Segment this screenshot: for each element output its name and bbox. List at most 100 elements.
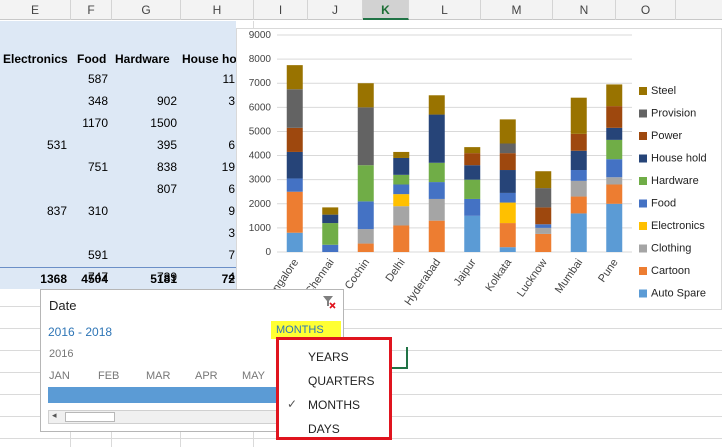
table-cell[interactable]: [71, 134, 112, 156]
table-cell[interactable]: [181, 112, 239, 134]
bar-segment[interactable]: [535, 207, 552, 225]
bar-segment[interactable]: [464, 153, 481, 166]
bar-segment[interactable]: [393, 206, 410, 226]
bar-segment[interactable]: [428, 162, 445, 183]
table-cell[interactable]: 1500: [112, 112, 181, 134]
bar-segment[interactable]: [428, 114, 445, 163]
header-household[interactable]: House ho: [179, 48, 239, 70]
table-cell[interactable]: 6: [181, 178, 239, 200]
stacked-bar-chart[interactable]: 0 1000 2000 3000 4000 5000 6000 7000 8000 9000 Ban…: [236, 28, 722, 310]
total-cell[interactable]: 72: [181, 268, 239, 290]
table-cell[interactable]: 6: [181, 134, 239, 156]
bar-segment[interactable]: [393, 184, 410, 195]
table-cell[interactable]: 19: [181, 156, 239, 178]
bar-segment[interactable]: [286, 178, 303, 192]
table-cell[interactable]: 587: [71, 68, 112, 90]
bar-segment[interactable]: [570, 180, 587, 197]
scroll-left-icon[interactable]: ◂: [52, 410, 57, 421]
table-cell[interactable]: [112, 68, 181, 90]
table-cell[interactable]: 7: [181, 244, 239, 266]
bar-segment[interactable]: [464, 165, 481, 180]
bar-segment[interactable]: [606, 203, 623, 252]
bar-segment[interactable]: [428, 95, 445, 115]
bar-segment[interactable]: [393, 151, 410, 158]
table-cell[interactable]: 11: [181, 68, 239, 90]
table-cell[interactable]: [0, 244, 71, 266]
bar-segment[interactable]: [357, 243, 374, 252]
bar-segment[interactable]: [499, 192, 516, 203]
table-cell[interactable]: [0, 112, 71, 134]
table-cell[interactable]: [112, 244, 181, 266]
bar-segment[interactable]: [322, 214, 339, 224]
column-header-k[interactable]: K: [363, 0, 409, 20]
header-food[interactable]: Food: [74, 48, 114, 70]
table-cell[interactable]: [112, 200, 181, 222]
time-level-menu[interactable]: YEARS QUARTERS ✓ MONTHS DAYS: [276, 337, 392, 440]
table-cell[interactable]: [0, 222, 71, 244]
bar-segment[interactable]: [286, 191, 303, 233]
bar-segment[interactable]: [535, 188, 552, 208]
scrollbar-thumb[interactable]: [65, 412, 115, 422]
table-cell[interactable]: 9: [181, 200, 239, 222]
bar-segment[interactable]: [428, 220, 445, 252]
bar-segment[interactable]: [570, 133, 587, 151]
table-cell[interactable]: 838: [112, 156, 181, 178]
bar-segment[interactable]: [322, 223, 339, 245]
bar-segment[interactable]: [499, 202, 516, 224]
bar-segment[interactable]: [499, 247, 516, 252]
table-cell[interactable]: [112, 222, 181, 244]
bar-segment[interactable]: [322, 207, 339, 215]
table-cell[interactable]: 348: [71, 90, 112, 112]
bar-segment[interactable]: [464, 179, 481, 199]
bar-segment[interactable]: [464, 147, 481, 154]
table-cell[interactable]: [0, 156, 71, 178]
table-cell[interactable]: [71, 178, 112, 200]
clear-filter-icon[interactable]: [321, 294, 337, 310]
bar-segment[interactable]: [464, 198, 481, 216]
bar-segment[interactable]: [499, 223, 516, 248]
bar-segment[interactable]: [606, 127, 623, 140]
bar-segment[interactable]: [570, 213, 587, 252]
bar-segment[interactable]: [606, 139, 623, 160]
table-cell[interactable]: 531: [0, 134, 71, 156]
table-cell[interactable]: 3: [181, 222, 239, 244]
table-cell[interactable]: 751: [71, 156, 112, 178]
column-header-m[interactable]: M: [481, 0, 553, 20]
bar-segment[interactable]: [535, 233, 552, 252]
bar-segment[interactable]: [357, 229, 374, 244]
bar-segment[interactable]: [286, 127, 303, 152]
bar-segment[interactable]: [570, 150, 587, 171]
bar-segment[interactable]: [322, 244, 339, 252]
bar-segment[interactable]: [357, 107, 374, 166]
table-cell[interactable]: 591: [71, 244, 112, 266]
bar-segment[interactable]: [606, 84, 623, 107]
bar-segment[interactable]: [570, 196, 587, 214]
bar-segment[interactable]: [464, 215, 481, 252]
column-header-n[interactable]: N: [553, 0, 616, 20]
table-cell[interactable]: 902: [112, 90, 181, 112]
column-header-o[interactable]: O: [616, 0, 676, 20]
bar-segment[interactable]: [499, 143, 516, 154]
bar-segment[interactable]: [606, 159, 623, 178]
bar-segment[interactable]: [499, 170, 516, 193]
total-cell[interactable]: 4504: [71, 268, 112, 290]
column-header-h[interactable]: H: [181, 0, 254, 20]
menu-item-quarters[interactable]: QUARTERS: [308, 374, 374, 388]
column-header-l[interactable]: L: [409, 0, 481, 20]
bar-segment[interactable]: [499, 153, 516, 171]
bar-segment[interactable]: [286, 89, 303, 128]
bar-segment[interactable]: [393, 174, 410, 185]
bar-segment[interactable]: [428, 198, 445, 221]
menu-item-months[interactable]: MONTHS: [308, 398, 360, 412]
menu-item-years[interactable]: YEARS: [308, 350, 349, 364]
bar-segment[interactable]: [286, 232, 303, 252]
bar-segment[interactable]: [357, 165, 374, 202]
bar-segment[interactable]: [570, 97, 587, 134]
bar-segment[interactable]: [393, 157, 410, 175]
header-hardware[interactable]: Hardware: [112, 48, 181, 70]
table-cell[interactable]: [71, 222, 112, 244]
table-cell[interactable]: 3: [181, 90, 239, 112]
table-cell[interactable]: 395: [112, 134, 181, 156]
table-cell[interactable]: [0, 68, 71, 90]
table-cell[interactable]: 1170: [71, 112, 112, 134]
